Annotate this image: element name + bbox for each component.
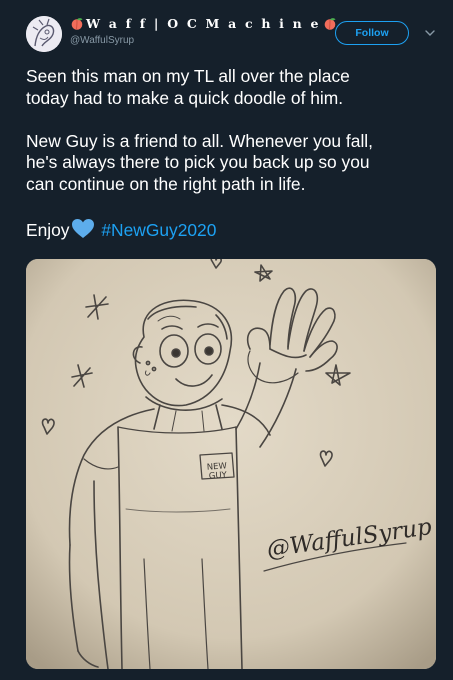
tweet-header: W a f f | O C M a c h i n e @WaffulSyrup… xyxy=(26,14,436,54)
peach-icon xyxy=(324,18,336,30)
tweet-line: he's always there to pick you back up so… xyxy=(26,152,370,172)
avatar-sketch-icon xyxy=(26,16,62,52)
tweet-line: can continue on the right path in life. xyxy=(26,173,306,194)
tweet-line-enjoy: Enjoy #NewGuy2020 xyxy=(26,218,436,242)
hashtag-link[interactable]: #NewGuy2020 xyxy=(101,220,216,240)
tweet-card: W a f f | O C M a c h i n e @WaffulSyrup… xyxy=(0,0,453,680)
tweet-line: New Guy is a friend to all. Whenever you… xyxy=(26,130,373,151)
peach-icon xyxy=(71,18,83,30)
doodle-drawing: NEW GUY @WaffulSyrup xyxy=(26,259,436,669)
tweet-line: Seen this man on my TL all over the plac… xyxy=(26,66,350,86)
follow-button[interactable]: Follow xyxy=(335,21,409,45)
chevron-down-icon[interactable] xyxy=(424,28,436,38)
display-name[interactable]: W a f f | O C M a c h i n e xyxy=(70,16,337,31)
avatar[interactable] xyxy=(26,16,62,52)
enjoy-text: Enjoy xyxy=(26,219,70,240)
author-handle[interactable]: @WaffulSyrup xyxy=(70,35,134,46)
name-tag-line2: GUY xyxy=(209,470,228,481)
tweet-body: Seen this man on my TL all over the plac… xyxy=(26,66,436,241)
display-name-text: W a f f | O C M a c h i n e xyxy=(86,16,321,31)
tweet-image[interactable]: NEW GUY @WaffulSyrup xyxy=(26,259,436,669)
paper-background xyxy=(26,259,436,669)
tweet-line: today had to make a quick doodle of him. xyxy=(26,87,344,108)
blue-heart-icon xyxy=(71,218,94,238)
